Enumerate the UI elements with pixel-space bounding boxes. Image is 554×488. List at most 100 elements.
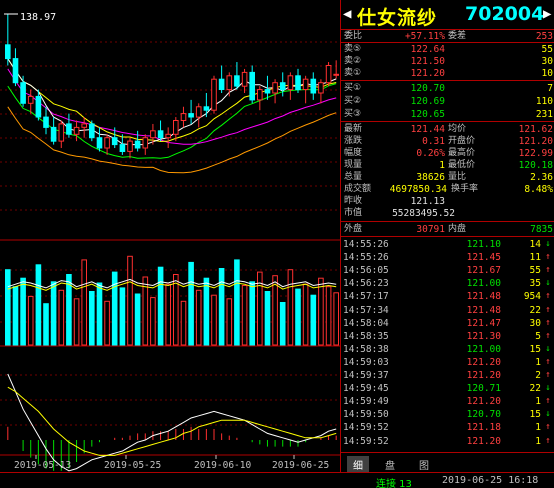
tick-time: 14:57:17	[343, 291, 389, 303]
open-value: 121.20	[518, 136, 553, 147]
volume-bar	[218, 268, 225, 346]
tab-chart[interactable]: 图	[413, 456, 435, 473]
kline-chart-area[interactable]: 138.97 2019-05-13 2019-05-25 2019-06-10 …	[0, 0, 340, 472]
outer-value: 30791	[416, 224, 445, 235]
tick-volume: 15	[529, 409, 541, 421]
tab-board[interactable]: 盘	[379, 456, 401, 473]
candle-body	[279, 82, 286, 91]
volume-bar	[295, 288, 301, 346]
volume-bar	[302, 283, 309, 346]
candle-body	[333, 73, 339, 76]
buy-label: 买②	[344, 96, 362, 106]
macd-dif-line	[7, 373, 337, 472]
tick-price: 121.48	[466, 291, 501, 303]
tick-time: 14:55:26	[343, 252, 389, 264]
stat-row: 涨跌 0.31 开盘价 121.20	[341, 136, 554, 147]
outer-label: 外盘	[344, 224, 363, 234]
volume-bar	[58, 289, 65, 346]
mcap-value: 55283495.52	[392, 208, 455, 219]
stock-code: 702004	[465, 3, 545, 25]
inner-value: 7835	[530, 224, 553, 235]
tick-time: 14:56:23	[343, 278, 389, 290]
candle-body	[5, 44, 11, 60]
low-label: 最低价	[448, 160, 476, 170]
sell-price: 121.50	[410, 56, 445, 67]
sell-row[interactable]: 卖① 121.20 10	[341, 68, 554, 79]
tick-price: 121.18	[466, 422, 501, 434]
volume-bar	[173, 274, 179, 346]
volume-bar	[119, 287, 126, 346]
sell-price: 121.20	[410, 68, 445, 79]
candle-body	[134, 140, 141, 149]
candle-body	[50, 126, 57, 142]
stat-row: 最新 121.44 均价 121.62	[341, 124, 554, 135]
tick-direction-icon: ↑	[545, 252, 551, 263]
divider	[341, 80, 554, 81]
divider	[341, 42, 554, 43]
sell-row[interactable]: 卖⑤ 122.64 55	[341, 44, 554, 55]
candle-body	[111, 137, 118, 146]
candle-body	[58, 123, 65, 142]
stat-row: 总量 38626 量比 2.36	[341, 172, 554, 183]
total-vol-label: 总量	[344, 172, 363, 182]
weicha-label: 委差	[448, 31, 467, 41]
x-axis-label: 2019-05-13	[14, 460, 72, 471]
tick-row: 14:55:26 121.45 11 ↑	[341, 252, 554, 264]
tick-row: 14:57:17 121.48 954 ↑	[341, 291, 554, 303]
prev-stock-icon[interactable]: ◀	[343, 6, 351, 22]
tick-price: 121.47	[466, 317, 501, 329]
candle-body	[180, 113, 187, 121]
sell-label: 卖⑤	[344, 44, 362, 54]
sell-row[interactable]: 卖② 121.50 30	[341, 56, 554, 67]
tick-direction-icon: ↑	[545, 304, 551, 315]
tick-row: 14:59:45 120.71 22 ↓	[341, 383, 554, 395]
tick-volume: 1	[535, 422, 541, 434]
candle-body	[66, 123, 72, 135]
kline-chart-svg[interactable]	[0, 0, 340, 472]
x-axis-label: 2019-06-25	[272, 460, 330, 471]
divider	[341, 221, 554, 222]
volume-bar	[333, 292, 339, 346]
volume-bar	[134, 293, 141, 346]
sell-volume: 30	[541, 56, 553, 67]
tick-time: 14:56:05	[343, 265, 389, 277]
outer-inner-row: 外盘 30791 内盘 7835	[341, 224, 554, 235]
volume-bar	[43, 303, 49, 346]
tick-price: 120.71	[466, 383, 501, 395]
buy-row[interactable]: 买③ 120.65 231	[341, 109, 554, 120]
volume-bar	[272, 275, 278, 346]
candle-body	[302, 78, 309, 90]
candle-body	[295, 75, 301, 91]
tick-price: 121.20	[466, 396, 501, 408]
tab-detail[interactable]: 细	[347, 456, 369, 473]
tick-row: 14:58:35 121.30 5 ↑	[341, 331, 554, 343]
buy-row[interactable]: 买② 120.69 110	[341, 96, 554, 107]
tick-row: 14:55:26 121.10 14 ↓	[341, 239, 554, 251]
sell-label: 卖①	[344, 68, 362, 78]
tick-direction-icon: ↓	[545, 343, 551, 354]
candle-body	[12, 58, 19, 84]
tick-time: 14:59:49	[343, 396, 389, 408]
volume-bar	[165, 283, 171, 346]
next-stock-icon[interactable]: ▶	[543, 6, 551, 22]
volume-bar	[27, 295, 34, 346]
pct-value: 0.26%	[416, 148, 445, 159]
buy-row[interactable]: 买① 120.70 7	[341, 83, 554, 94]
change-label: 涨跌	[344, 136, 363, 146]
candle-body	[81, 123, 88, 128]
tick-direction-icon: ↑	[545, 330, 551, 341]
volume-bar	[310, 294, 317, 346]
tick-volume: 14	[529, 239, 541, 250]
buy-volume: 110	[535, 96, 553, 107]
candle-body	[318, 82, 324, 94]
candle-body	[27, 95, 34, 104]
volume-ma5-line	[7, 278, 337, 289]
candle-body	[257, 89, 263, 101]
tick-time: 14:59:45	[343, 383, 389, 395]
tick-volume: 22	[529, 383, 541, 395]
candle-body	[165, 133, 171, 139]
open-label: 开盘价	[448, 136, 476, 146]
tick-direction-icon: ↓	[545, 278, 551, 289]
tick-volume: 30	[529, 317, 541, 329]
tick-price: 121.67	[466, 265, 501, 277]
